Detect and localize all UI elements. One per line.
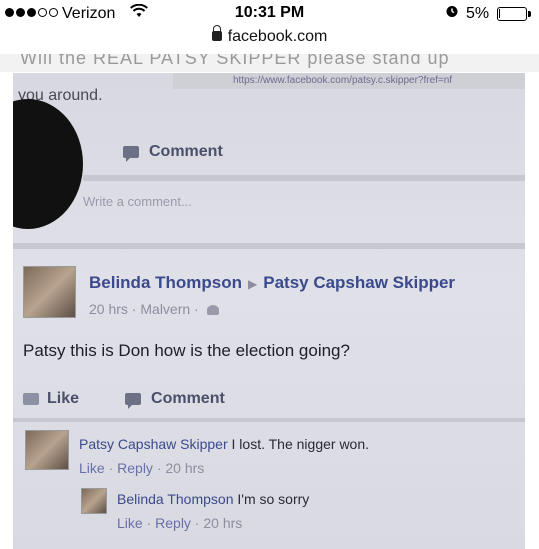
partial-post-heading: Will the REAL PATSY SKIPPER please stand… xyxy=(20,54,450,68)
like-button[interactable]: Like xyxy=(23,390,79,408)
comment-like-link[interactable]: Like xyxy=(79,460,105,476)
post-location[interactable]: Malvern xyxy=(140,301,190,317)
alarm-icon xyxy=(445,4,459,21)
comment-button[interactable]: Comment xyxy=(125,390,225,409)
reply-like-link[interactable]: Like xyxy=(117,515,143,531)
post-meta: 20 hrs · Malvern · xyxy=(89,301,219,317)
write-comment-field[interactable]: Write a comment... xyxy=(83,188,525,216)
reply-item: Belinda Thompson I'm so sorry xyxy=(117,491,309,507)
post-target-link[interactable]: Patsy Capshaw Skipper xyxy=(263,273,455,292)
action-bar-top: Comment xyxy=(123,143,223,162)
reply-text: I'm so sorry xyxy=(237,491,310,507)
browser-url-bar: https://www.facebook.com/patsy.c.skipper… xyxy=(173,73,525,89)
divider xyxy=(13,243,525,249)
finger-thumb xyxy=(13,99,83,229)
avatar-belinda-thompson[interactable] xyxy=(23,266,76,318)
comment-author-link[interactable]: Patsy Capshaw Skipper xyxy=(79,436,228,452)
reply-actions: Like · Reply · 20 hrs xyxy=(117,515,243,531)
address-url: facebook.com xyxy=(227,28,328,45)
comment-actions: Like · Reply · 20 hrs xyxy=(79,460,205,476)
post-action-bar: Like Comment xyxy=(23,390,225,409)
friends-icon xyxy=(206,305,219,316)
thumbs-up-icon xyxy=(23,393,39,405)
post-body-text: Patsy this is Don how is the election go… xyxy=(23,341,350,360)
comment-time[interactable]: 20 hrs xyxy=(165,460,204,476)
comment-reply-link[interactable]: Reply xyxy=(117,460,153,476)
lock-icon xyxy=(211,25,222,41)
post-author-link[interactable]: Belinda Thompson xyxy=(89,273,242,292)
comment-button[interactable]: Comment xyxy=(123,143,223,162)
like-label: Like xyxy=(47,390,80,407)
arrow-right-icon: ▶ xyxy=(248,277,258,291)
avatar-belinda-thompson-small[interactable] xyxy=(81,488,107,514)
comment-item: Patsy Capshaw Skipper I lost. The nigger… xyxy=(79,436,369,452)
battery-level-fill xyxy=(499,9,500,18)
page-content-strip: Will the REAL PATSY SKIPPER please stand… xyxy=(0,54,539,72)
post-time[interactable]: 20 hrs xyxy=(89,301,128,317)
battery-percent: 5% xyxy=(466,5,490,22)
comment-text: I lost. The nigger won. xyxy=(231,436,370,452)
status-bar: Verizon 10:31 PM 5% xyxy=(0,0,539,28)
comment-icon xyxy=(125,393,142,409)
comment-label: Comment xyxy=(151,390,225,407)
post-header: Belinda Thompson ▶ Patsy Capshaw Skipper xyxy=(89,273,455,293)
address-bar[interactable]: facebook.com xyxy=(0,25,539,54)
reply-reply-link[interactable]: Reply xyxy=(155,515,191,531)
comment-label: Comment xyxy=(149,143,223,160)
avatar-patsy-capshaw-skipper[interactable] xyxy=(25,430,69,470)
reply-author-link[interactable]: Belinda Thompson xyxy=(117,491,233,507)
reply-time[interactable]: 20 hrs xyxy=(203,515,242,531)
divider xyxy=(83,175,525,181)
divider xyxy=(13,418,525,422)
embedded-photo: https://www.facebook.com/patsy.c.skipper… xyxy=(13,73,525,549)
comment-icon xyxy=(123,146,139,162)
battery-icon xyxy=(497,7,531,21)
